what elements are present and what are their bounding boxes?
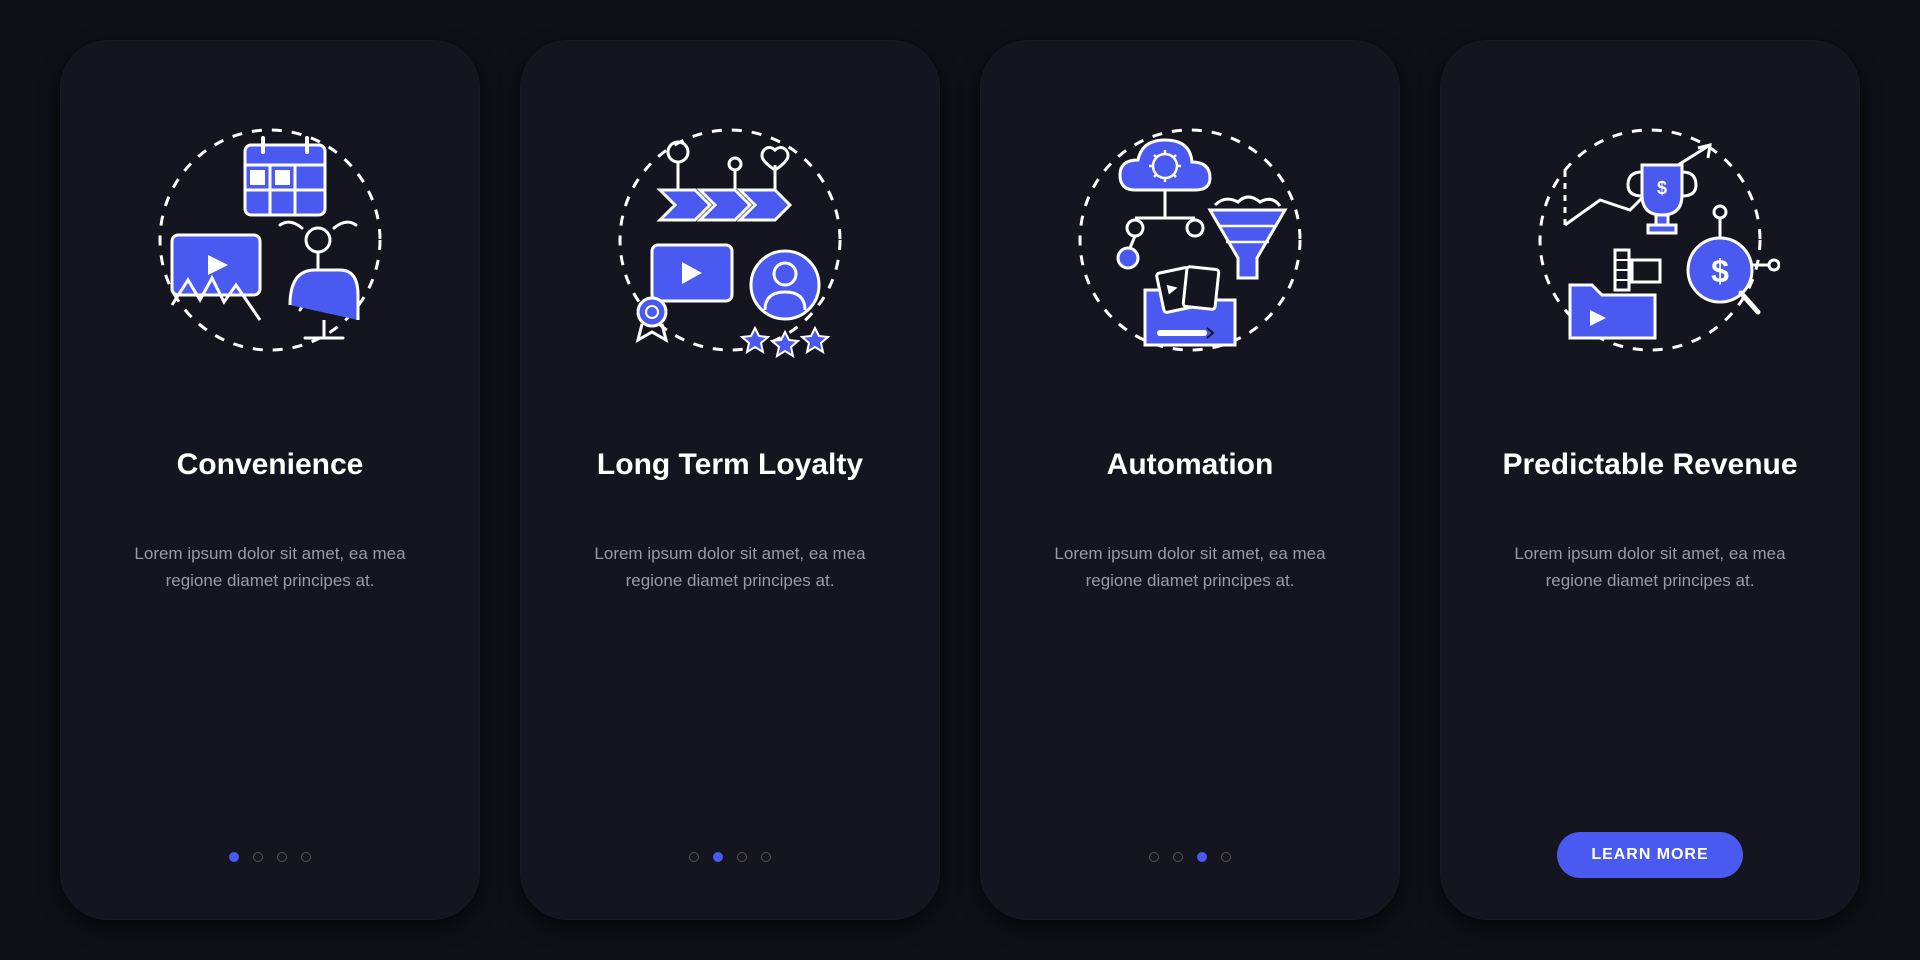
dot-3[interactable] <box>1197 852 1207 862</box>
onboarding-card-loyalty: Long Term Loyalty Lorem ipsum dolor sit … <box>520 40 940 920</box>
pagination-dots <box>229 852 311 862</box>
dot-3[interactable] <box>277 852 287 862</box>
card-description: Lorem ipsum dolor sit amet, ea mea regio… <box>1040 540 1340 594</box>
illustration-convenience <box>140 110 400 370</box>
growth-chart-icon <box>1565 145 1710 225</box>
card-title: Automation <box>1107 430 1274 500</box>
dot-4[interactable] <box>761 852 771 862</box>
card-description: Lorem ipsum dolor sit amet, ea mea regio… <box>120 540 420 594</box>
svg-text:$: $ <box>1711 253 1729 289</box>
calendar-icon <box>245 138 325 215</box>
illustration-revenue: $ $ <box>1520 110 1780 370</box>
card-title: Convenience <box>177 430 364 500</box>
dot-2[interactable] <box>253 852 263 862</box>
dot-2[interactable] <box>1173 852 1183 862</box>
dollar-magnify-icon: $ <box>1688 206 1779 312</box>
folder-docs-icon <box>1145 266 1235 345</box>
illustration-automation <box>1060 110 1320 370</box>
svg-text:$: $ <box>1657 178 1667 198</box>
card-title: Long Term Loyalty <box>597 430 863 500</box>
card-description: Lorem ipsum dolor sit amet, ea mea regio… <box>580 540 880 594</box>
dot-1[interactable] <box>689 852 699 862</box>
onboarding-card-convenience: Convenience Lorem ipsum dolor sit amet, … <box>60 40 480 920</box>
illustration-loyalty <box>600 110 860 370</box>
dot-3[interactable] <box>737 852 747 862</box>
dot-1[interactable] <box>229 852 239 862</box>
dot-1[interactable] <box>1149 852 1159 862</box>
cloud-gear-icon <box>1118 140 1210 268</box>
pagination-dots <box>689 852 771 862</box>
card-description: Lorem ipsum dolor sit amet, ea mea regio… <box>1500 540 1800 594</box>
video-badge-icon <box>638 245 732 340</box>
dot-4[interactable] <box>301 852 311 862</box>
dot-4[interactable] <box>1221 852 1231 862</box>
funnel-icon <box>1210 197 1285 278</box>
card-title: Predictable Revenue <box>1502 430 1797 500</box>
monitor-play-icon <box>172 235 260 320</box>
pagination-dots <box>1149 852 1231 862</box>
film-folder-icon <box>1570 250 1660 338</box>
trophy-icon: $ <box>1628 165 1696 233</box>
learn-more-button[interactable]: LEARN MORE <box>1557 832 1742 878</box>
onboarding-card-revenue: $ $ Predictable <box>1440 40 1860 920</box>
avatar-icon <box>742 251 828 356</box>
onboarding-card-automation: Automation Lorem ipsum dolor sit amet, e… <box>980 40 1400 920</box>
dot-2[interactable] <box>713 852 723 862</box>
roadmap-icon <box>660 142 790 220</box>
